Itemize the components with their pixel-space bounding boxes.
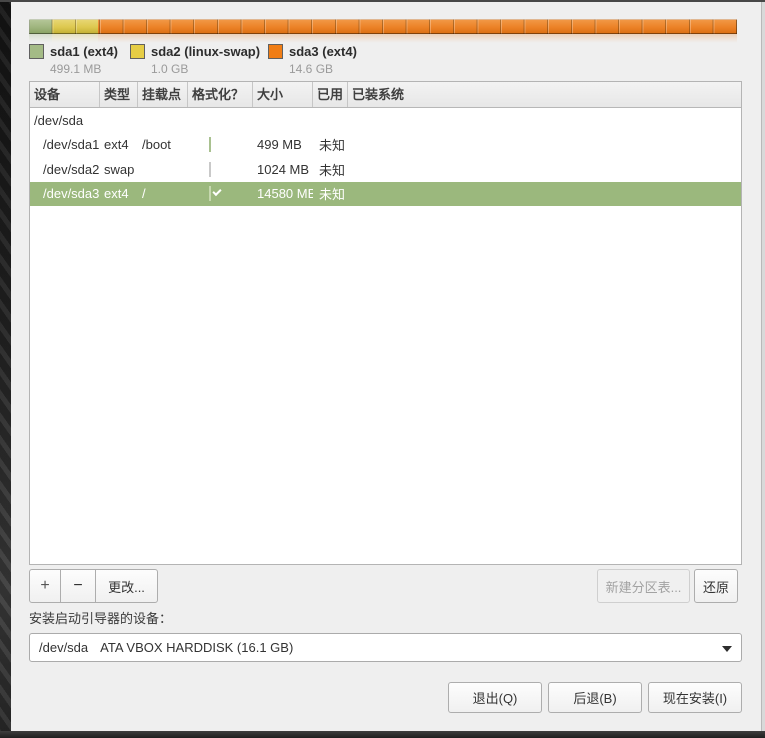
- cell-device: /dev/sda: [30, 113, 250, 128]
- column-header-mount[interactable]: 挂载点: [138, 82, 188, 107]
- format-checkbox-checked[interactable]: [209, 137, 211, 152]
- column-header-system[interactable]: 已装系统: [348, 82, 741, 107]
- table-header: 设备 类型 挂载点 格式化？ 大小 已用 已装系统: [30, 82, 741, 108]
- cell-size: 499 MB: [253, 137, 313, 152]
- partition-edit-button-group: + − 更改...: [29, 569, 158, 603]
- cell-used: 未知: [313, 160, 348, 179]
- quit-button[interactable]: 退出(Q): [448, 682, 542, 713]
- legend-label: sda3 (ext4): [289, 44, 357, 59]
- legend-label: sda2 (linux-swap): [151, 44, 260, 59]
- cell-used: 未知: [313, 135, 348, 154]
- column-header-used[interactable]: 已用: [313, 82, 348, 107]
- dropdown-selected-device: /dev/sda: [39, 640, 88, 655]
- back-button[interactable]: 后退(B): [548, 682, 642, 713]
- add-partition-button[interactable]: +: [29, 569, 61, 603]
- legend-item-sda2: sda2 (linux-swap) 1.0 GB: [130, 43, 260, 76]
- cell-type: ext4: [100, 186, 138, 201]
- format-checkbox-unchecked[interactable]: [209, 162, 211, 177]
- cell-used: 未知: [313, 184, 348, 203]
- table-row-sda1[interactable]: /dev/sda1 ext4 /boot 499 MB 未知: [30, 133, 741, 158]
- dropdown-selected-description: ATA VBOX HARDDISK (16.1 GB): [100, 640, 293, 655]
- new-partition-table-button[interactable]: 新建分区表...: [597, 569, 690, 603]
- cell-device: /dev/sda3: [30, 186, 100, 201]
- chevron-down-icon: [722, 646, 732, 652]
- revert-button[interactable]: 还原: [694, 569, 738, 603]
- window-bottom-edge: [0, 731, 765, 738]
- cell-size: 14580 MB: [253, 186, 313, 201]
- cell-type: ext4: [100, 137, 138, 152]
- legend-item-sda3: sda3 (ext4) 14.6 GB: [268, 43, 357, 76]
- legend-swatch-sda2: [130, 44, 145, 59]
- legend-swatch-sda3: [268, 44, 283, 59]
- legend-size: 1.0 GB: [151, 62, 260, 76]
- column-header-type[interactable]: 类型: [100, 82, 138, 107]
- cell-mount: /: [138, 186, 188, 201]
- column-header-device[interactable]: 设备: [30, 82, 100, 107]
- legend-swatch-sda1: [29, 44, 44, 59]
- change-partition-button[interactable]: 更改...: [95, 569, 158, 603]
- cell-type: swap: [100, 162, 138, 177]
- cell-device: /dev/sda2: [30, 162, 100, 177]
- partition-usage-bar: [29, 19, 737, 34]
- cell-size: 1024 MB: [253, 162, 313, 177]
- window-top-edge: [0, 0, 765, 2]
- desktop-left-edge: [0, 2, 11, 738]
- column-header-size[interactable]: 大小: [253, 82, 313, 107]
- cell-mount: /boot: [138, 137, 188, 152]
- table-row-disk-sda[interactable]: /dev/sda: [30, 108, 741, 133]
- table-row-sda2[interactable]: /dev/sda2 swap 1024 MB 未知: [30, 157, 741, 182]
- legend-size: 499.1 MB: [50, 62, 118, 76]
- remove-partition-button[interactable]: −: [60, 569, 96, 603]
- bootloader-device-label: 安装启动引导器的设备：: [29, 608, 172, 627]
- legend-label: sda1 (ext4): [50, 44, 118, 59]
- install-now-button[interactable]: 现在安装(I): [648, 682, 742, 713]
- cell-device: /dev/sda1: [30, 137, 100, 152]
- partition-table: 设备 类型 挂载点 格式化？ 大小 已用 已装系统 /dev/sda /dev/…: [29, 81, 742, 565]
- table-row-sda3-selected[interactable]: /dev/sda3 ext4 / 14580 MB 未知: [30, 182, 741, 207]
- window-right-edge: [761, 2, 765, 731]
- bootloader-device-dropdown[interactable]: /dev/sda ATA VBOX HARDDISK (16.1 GB): [29, 633, 742, 662]
- column-header-format[interactable]: 格式化？: [188, 82, 253, 107]
- legend-size: 14.6 GB: [289, 62, 357, 76]
- partition-bar-cell-lines: [29, 19, 737, 34]
- legend-item-sda1: sda1 (ext4) 499.1 MB: [29, 43, 118, 76]
- format-checkbox-checked[interactable]: [209, 186, 211, 201]
